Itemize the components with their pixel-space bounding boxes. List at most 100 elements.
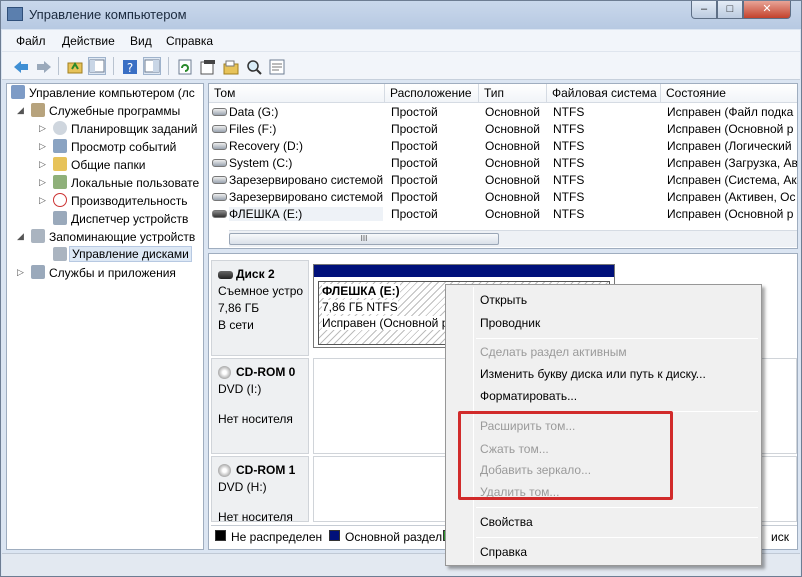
search-icon[interactable] — [244, 57, 262, 75]
drive-icon — [212, 108, 227, 116]
title-bar[interactable]: Управление компьютером – □ ✕ — [1, 1, 801, 29]
menu-bar: Файл Действие Вид Справка — [2, 30, 800, 52]
shared-folder-icon — [53, 157, 67, 171]
scrollbar-thumb[interactable]: III — [229, 233, 499, 245]
toolbar-separator — [168, 57, 169, 75]
menu-item-explorer[interactable]: Проводник — [480, 316, 540, 330]
device-manager-icon — [53, 211, 67, 225]
drive-icon — [212, 176, 227, 184]
app-icon — [7, 7, 23, 21]
expanded-arrow-icon[interactable]: ◢ — [17, 231, 24, 242]
menu-separator — [476, 507, 758, 508]
storage-icon — [31, 229, 45, 243]
export-icon[interactable] — [198, 57, 216, 75]
collapsed-arrow-icon[interactable]: ▷ — [39, 177, 46, 188]
help-icon[interactable]: ? — [120, 57, 138, 75]
back-arrow-icon[interactable] — [11, 57, 29, 75]
close-button[interactable]: ✕ — [743, 1, 791, 19]
volume-list-header: Том Расположение Тип Файловая система Со… — [209, 84, 797, 103]
toolbar: ? — [2, 52, 800, 80]
window-title: Управление компьютером — [29, 7, 187, 22]
properties-pane-icon[interactable] — [143, 57, 161, 75]
tools-icon — [31, 103, 45, 117]
tree-item-device-manager[interactable]: Диспетчер устройств — [7, 210, 203, 228]
usb-drive-icon — [212, 210, 227, 218]
collapsed-arrow-icon[interactable]: ▷ — [17, 267, 24, 278]
users-icon — [53, 175, 67, 189]
table-row[interactable]: System (C:) Простой Основной NTFS Исправ… — [209, 155, 797, 172]
tree-item-performance[interactable]: ▷ Производительность — [7, 192, 203, 210]
collapsed-arrow-icon[interactable]: ▷ — [39, 123, 46, 134]
tree-item-storage[interactable]: ◢ Запоминающие устройств — [7, 228, 203, 246]
collapsed-arrow-icon[interactable]: ▷ — [39, 195, 46, 206]
table-row[interactable]: Recovery (D:) Простой Основной NTFS Испр… — [209, 138, 797, 155]
settings-icon[interactable] — [267, 57, 285, 75]
tree-item-shared-folders[interactable]: ▷ Общие папки — [7, 156, 203, 174]
menu-separator — [476, 338, 758, 339]
tree-item-event-viewer[interactable]: ▷ Просмотр событий — [7, 138, 203, 156]
menu-item-open[interactable]: Открыть — [480, 293, 527, 307]
drive-icon — [212, 193, 227, 201]
menu-file[interactable]: Файл — [16, 34, 46, 48]
menu-item-change-letter[interactable]: Изменить букву диска или путь к диску... — [480, 367, 706, 381]
cdrom0-label[interactable]: CD-ROM 0 DVD (I:) Нет носителя — [211, 358, 309, 454]
show-hide-tree-icon[interactable] — [88, 57, 106, 75]
column-header-volume[interactable]: Том — [209, 84, 385, 103]
menu-item-help[interactable]: Справка — [480, 545, 527, 559]
highlight-box — [458, 411, 673, 500]
open-icon[interactable] — [221, 57, 239, 75]
table-row[interactable]: Files (F:) Простой Основной NTFS Исправе… — [209, 121, 797, 138]
services-icon — [31, 265, 45, 279]
column-header-status[interactable]: Состояние — [661, 84, 797, 103]
up-folder-icon[interactable] — [65, 57, 83, 75]
table-row[interactable]: Зарезервировано системой Простой Основно… — [209, 189, 797, 206]
menu-separator — [476, 537, 758, 538]
tree-item-utilities[interactable]: ◢ Служебные программы — [7, 102, 203, 120]
table-row[interactable]: Data (G:) Простой Основной NTFS Исправен… — [209, 104, 797, 121]
table-row-selected[interactable]: ФЛЕШКА (E:) Простой Основной NTFS Исправ… — [209, 206, 797, 223]
cd-rom-icon — [218, 366, 231, 379]
tree-item-disk-management[interactable]: Управление дисками — [7, 246, 203, 264]
menu-view[interactable]: Вид — [130, 34, 152, 48]
drive-icon — [212, 142, 227, 150]
svg-text:?: ? — [127, 61, 133, 75]
legend-swatch-primary — [329, 530, 340, 541]
partition-color-bar — [314, 265, 614, 277]
menu-item-mark-active[interactable]: Сделать раздел активным — [480, 345, 627, 359]
column-header-type[interactable]: Тип — [479, 84, 547, 103]
menu-item-format[interactable]: Форматировать... — [480, 389, 577, 403]
drive-icon — [212, 159, 227, 167]
disk-management-icon — [53, 247, 67, 261]
cdrom1-label[interactable]: CD-ROM 1 DVD (H:) Нет носителя — [211, 456, 309, 524]
tree-item-services[interactable]: ▷ Службы и приложения — [7, 264, 203, 282]
navigation-tree: Управление компьютером (лс ◢ Служебные п… — [6, 83, 204, 550]
toolbar-separator — [58, 57, 59, 75]
legend-swatch-unallocated — [215, 530, 226, 541]
minimize-button[interactable]: – — [691, 1, 717, 19]
collapsed-arrow-icon[interactable]: ▷ — [39, 159, 46, 170]
tree-item-local-users[interactable]: ▷ Локальные пользовате — [7, 174, 203, 192]
cd-rom-icon — [218, 464, 231, 477]
volume-list: Том Расположение Тип Файловая система Со… — [208, 83, 798, 249]
column-header-layout[interactable]: Расположение — [385, 84, 479, 103]
menu-item-properties[interactable]: Свойства — [480, 515, 533, 529]
tree-item-root[interactable]: Управление компьютером (лс — [7, 84, 203, 102]
disk2-label[interactable]: Диск 2 Съемное устро 7,86 ГБ В сети — [211, 260, 309, 356]
tree-item-task-scheduler[interactable]: ▷ Планировщик заданий — [7, 120, 203, 138]
expanded-arrow-icon[interactable]: ◢ — [17, 105, 24, 116]
drive-icon — [212, 125, 227, 133]
removable-disk-icon — [218, 271, 233, 279]
collapsed-arrow-icon[interactable]: ▷ — [39, 141, 46, 152]
event-log-icon — [53, 139, 67, 153]
horizontal-scrollbar[interactable]: III — [229, 230, 797, 247]
table-row[interactable]: Зарезервировано системой Простой Основно… — [209, 172, 797, 189]
clock-icon — [53, 121, 67, 135]
menu-action[interactable]: Действие — [62, 34, 115, 48]
refresh-icon[interactable] — [175, 57, 193, 75]
performance-icon — [53, 193, 67, 207]
column-header-filesystem[interactable]: Файловая система — [547, 84, 661, 103]
maximize-button[interactable]: □ — [717, 1, 743, 19]
forward-arrow-icon[interactable] — [34, 57, 52, 75]
computer-icon — [11, 85, 25, 99]
menu-help[interactable]: Справка — [166, 34, 213, 48]
